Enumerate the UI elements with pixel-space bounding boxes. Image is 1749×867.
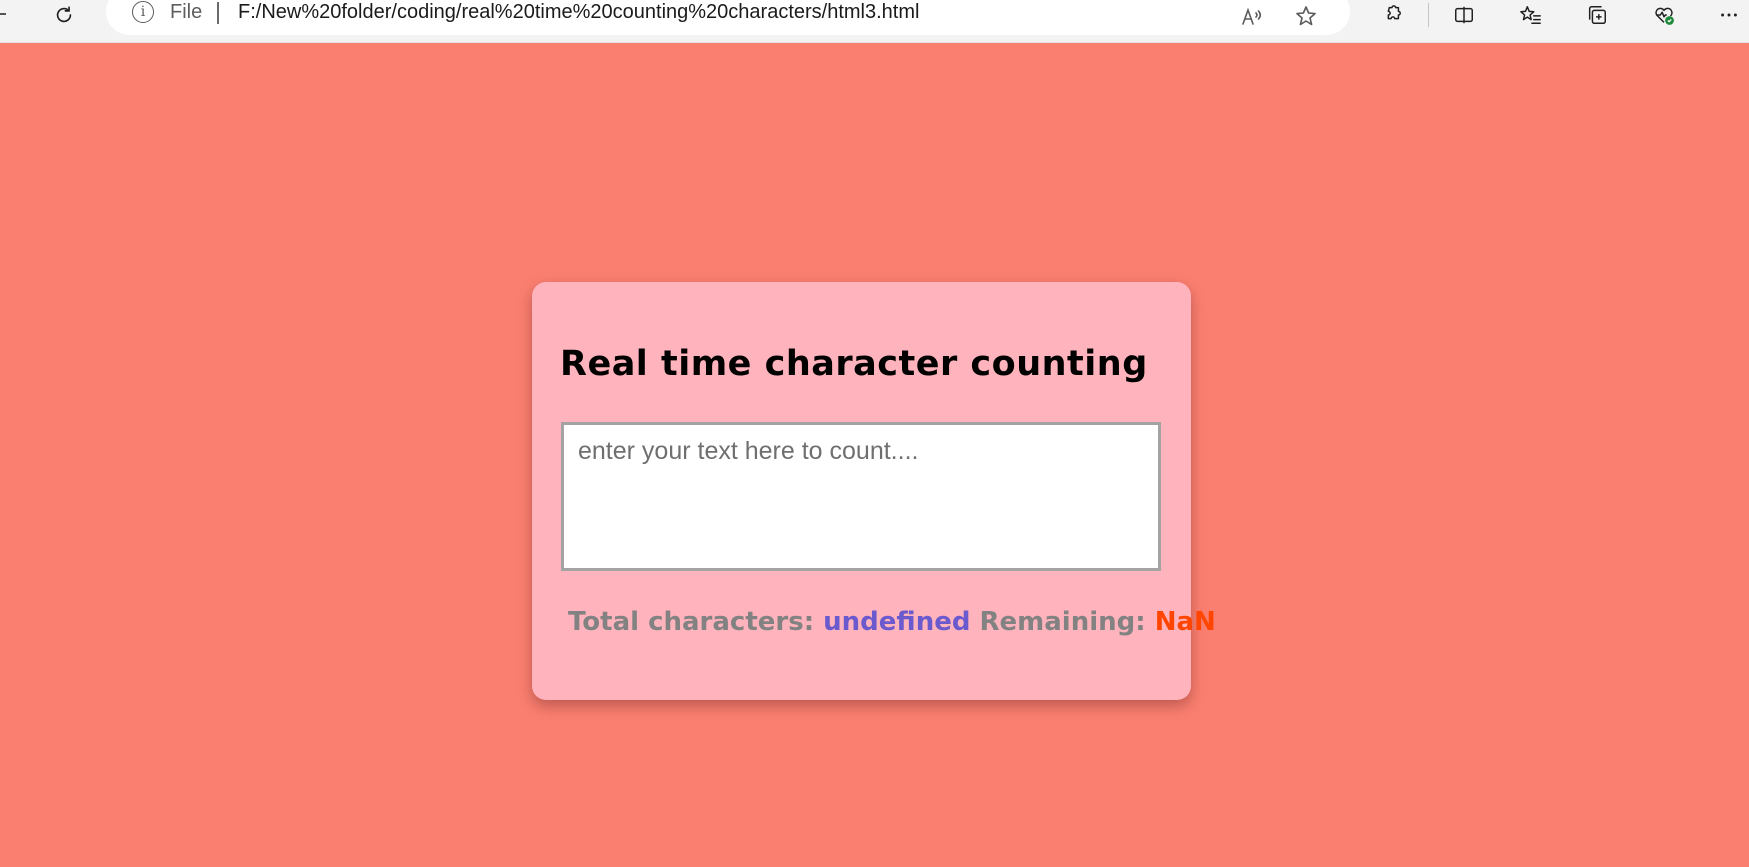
address-separator <box>217 2 219 24</box>
browser-toolbar: i File F:/New%20folder/coding/real%20tim… <box>0 0 1749 43</box>
info-icon[interactable]: i <box>132 1 154 23</box>
more-button[interactable] <box>1711 0 1747 30</box>
browser-essentials-icon <box>1655 7 1674 25</box>
collections-button[interactable] <box>1579 0 1615 30</box>
back-button-edge[interactable] <box>0 13 6 15</box>
toolbar-divider <box>1428 3 1429 27</box>
address-bar[interactable]: i File F:/New%20folder/coding/real%20tim… <box>106 0 1350 35</box>
remaining-label: Remaining: <box>979 607 1146 637</box>
collections-icon <box>1588 6 1606 24</box>
favorite-button[interactable] <box>1289 1 1323 31</box>
split-screen-button[interactable] <box>1446 0 1482 30</box>
reload-icon <box>56 6 72 23</box>
read-aloud-button[interactable] <box>1235 1 1269 31</box>
remaining-value: NaN <box>1154 607 1216 637</box>
read-aloud-icon <box>1242 7 1262 25</box>
favorites-icon <box>1520 6 1541 24</box>
total-characters-label: Total characters: <box>568 607 815 637</box>
extensions-icon <box>1387 5 1401 20</box>
favorites-button[interactable] <box>1513 0 1549 30</box>
split-screen-icon <box>1455 6 1473 24</box>
counter-card: Real time character counting Total chara… <box>532 282 1216 700</box>
star-icon <box>1296 6 1316 26</box>
reload-button[interactable] <box>46 0 82 30</box>
address-scheme-label: File <box>170 1 203 23</box>
url-text[interactable]: F:/New%20folder/coding/real%20time%20cou… <box>238 0 919 25</box>
counter-row: Total characters: undefined Remaining: N… <box>568 607 1216 637</box>
text-input[interactable] <box>561 422 1161 571</box>
browser-essentials-button[interactable] <box>1646 0 1682 30</box>
more-icon <box>1721 13 1737 17</box>
page-title: Real time character counting <box>560 344 1148 384</box>
extensions-button[interactable] <box>1374 0 1410 30</box>
total-characters-value: undefined <box>823 607 971 637</box>
